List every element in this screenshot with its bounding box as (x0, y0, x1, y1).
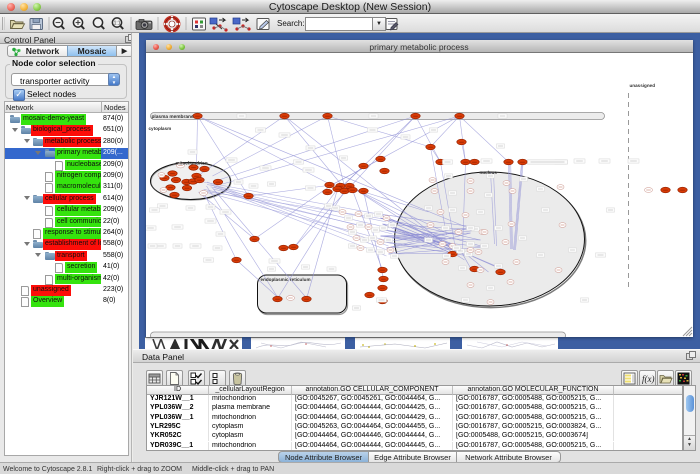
svg-text:f(x): f(x) (642, 374, 655, 384)
svg-text:nucleus: nucleus (479, 170, 496, 175)
svg-text:plasma membrane: plasma membrane (151, 114, 193, 120)
svg-text:unassigned: unassigned (629, 83, 655, 88)
svg-text:cytoplasm: cytoplasm (148, 126, 171, 131)
svg-text:mitochondrion: mitochondrion (175, 161, 207, 166)
svg-text:1:1: 1:1 (114, 21, 121, 27)
svg-text:endoplasmic reticulum: endoplasmic reticulum (260, 277, 310, 282)
